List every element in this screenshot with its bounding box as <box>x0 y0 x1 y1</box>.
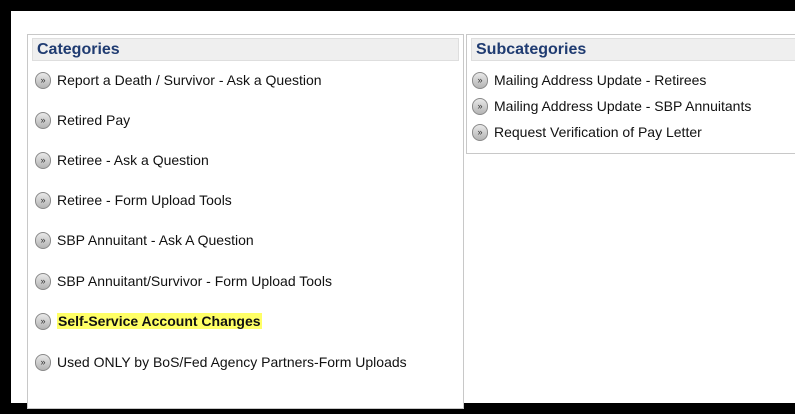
double-chevron-right-icon: » <box>35 272 51 290</box>
double-chevron-right-icon: » <box>35 151 51 169</box>
category-label: Used ONLY by BoS/Fed Agency Partners-For… <box>57 354 407 370</box>
subcategory-label: Request Verification of Pay Letter <box>494 124 702 140</box>
category-item[interactable]: » Retiree - Ask a Question <box>35 151 209 169</box>
double-chevron-right-icon: » <box>35 111 51 129</box>
subcategories-panel: Subcategories » Mailing Address Update - … <box>466 34 795 154</box>
double-chevron-right-icon: » <box>35 191 51 209</box>
double-chevron-right-icon: » <box>35 231 51 249</box>
category-item[interactable]: » SBP Annuitant/Survivor - Form Upload To… <box>35 272 332 290</box>
category-item-selected[interactable]: » Self-Service Account Changes <box>35 312 262 330</box>
subcategory-item[interactable]: » Request Verification of Pay Letter <box>472 123 702 141</box>
subcategory-item[interactable]: » Mailing Address Update - SBP Annuitants <box>472 97 751 115</box>
subcategory-label: Mailing Address Update - SBP Annuitants <box>494 98 752 114</box>
subcategory-item[interactable]: » Mailing Address Update - Retirees <box>472 71 706 89</box>
category-label: SBP Annuitant - Ask A Question <box>57 232 254 248</box>
double-chevron-right-icon: » <box>472 71 488 89</box>
category-label: Retiree - Form Upload Tools <box>57 192 232 208</box>
double-chevron-right-icon: » <box>472 123 488 141</box>
category-label: Retired Pay <box>57 112 131 128</box>
category-item[interactable]: » Report a Death / Survivor - Ask a Quest… <box>35 71 322 89</box>
category-label: SBP Annuitant/Survivor - Form Upload Too… <box>57 273 332 289</box>
double-chevron-right-icon: » <box>35 353 51 371</box>
category-item[interactable]: » Used ONLY by BoS/Fed Agency Partners-Fo… <box>35 353 435 371</box>
double-chevron-right-icon: » <box>35 312 51 330</box>
categories-panel: Categories » Report a Death / Survivor - … <box>27 34 464 409</box>
double-chevron-right-icon: » <box>35 71 51 89</box>
category-label: Report a Death / Survivor - Ask a Questi… <box>57 72 322 88</box>
category-item[interactable]: » SBP Annuitant - Ask A Question <box>35 231 254 249</box>
window-frame: Categories » Report a Death / Survivor - … <box>0 0 795 414</box>
categories-header: Categories <box>32 38 459 61</box>
category-label-highlighted: Self-Service Account Changes <box>57 313 262 329</box>
category-label: Retiree - Ask a Question <box>57 152 209 168</box>
double-chevron-right-icon: » <box>472 97 488 115</box>
category-item[interactable]: » Retired Pay <box>35 111 130 129</box>
subcategories-header: Subcategories <box>471 38 795 61</box>
category-item[interactable]: » Retiree - Form Upload Tools <box>35 191 232 209</box>
subcategory-label: Mailing Address Update - Retirees <box>494 72 707 88</box>
